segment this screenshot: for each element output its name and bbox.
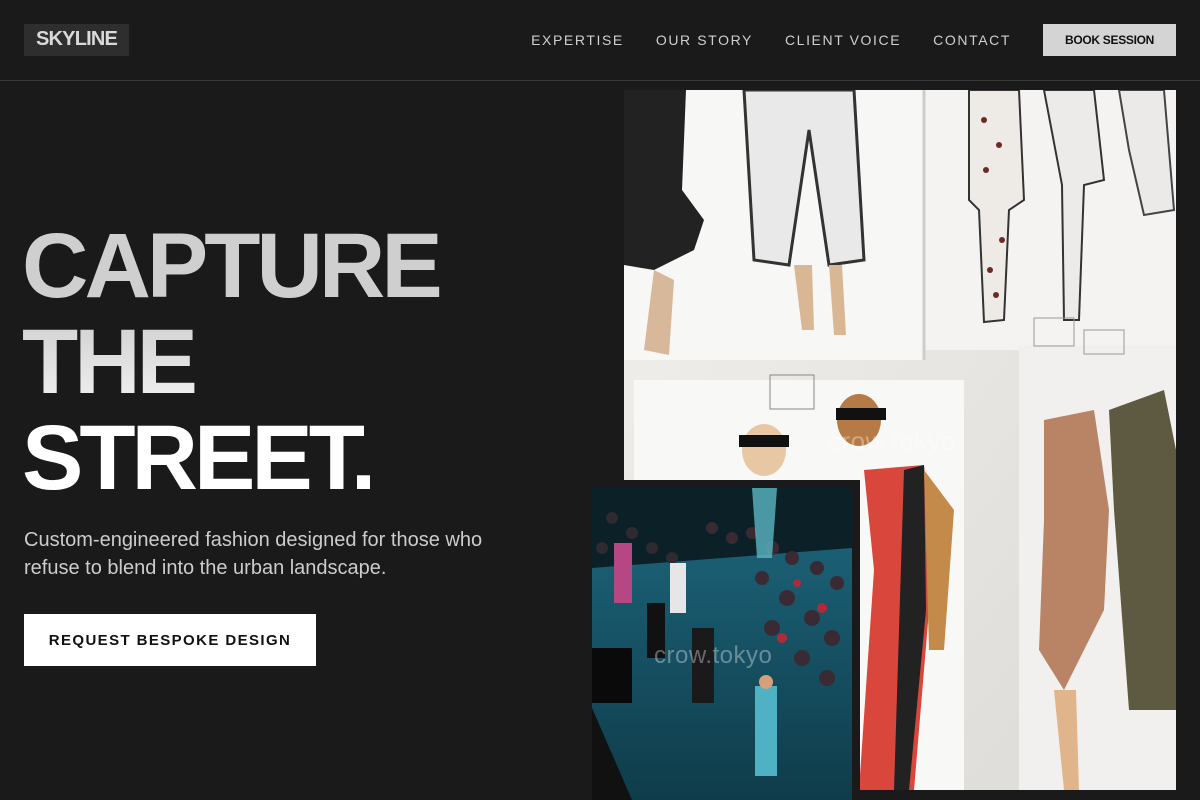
page: SKYLINE EXPERTISE OUR STORY CLIENT VOICE… — [0, 0, 1200, 800]
sketch-watermark: crow.tokyo — [828, 426, 956, 456]
hero-title-line-1: CAPTURE — [22, 215, 443, 317]
hero-title: CAPTURE THE STREET. — [22, 215, 443, 509]
nav-link-our-story[interactable]: OUR STORY — [656, 32, 753, 48]
hero-title-line-3: STREET. — [22, 407, 376, 509]
runway-watermark: crow.tokyo — [654, 642, 773, 669]
nav-link-client-voice[interactable]: CLIENT VOICE — [785, 32, 901, 48]
main-nav: EXPERTISE OUR STORY CLIENT VOICE CONTACT… — [531, 24, 1176, 56]
hero-subtitle: Custom-engineered fashion designed for t… — [24, 529, 483, 579]
request-bespoke-design-button[interactable]: REQUEST BESPOKE DESIGN — [24, 614, 316, 666]
nav-link-contact[interactable]: CONTACT — [933, 32, 1011, 48]
site-header: SKYLINE EXPERTISE OUR STORY CLIENT VOICE… — [0, 0, 1200, 81]
hero-title-line-2: THE — [22, 314, 439, 410]
runway-show-image: crow.tokyo — [584, 480, 860, 800]
book-session-button[interactable]: BOOK SESSION — [1043, 24, 1176, 56]
nav-link-expertise[interactable]: EXPERTISE — [531, 32, 624, 48]
logo[interactable]: SKYLINE — [24, 24, 130, 56]
